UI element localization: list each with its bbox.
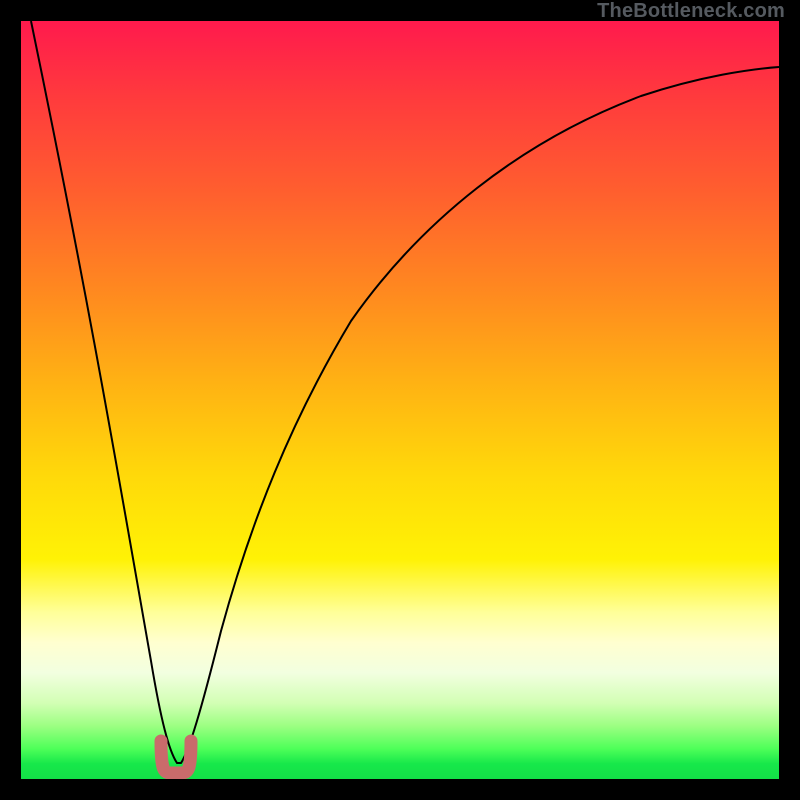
chart-svg [21,21,779,779]
watermark-text: TheBottleneck.com [597,0,785,23]
bottleneck-curve [31,21,779,763]
u-marker [161,741,191,773]
chart-frame [21,21,779,779]
